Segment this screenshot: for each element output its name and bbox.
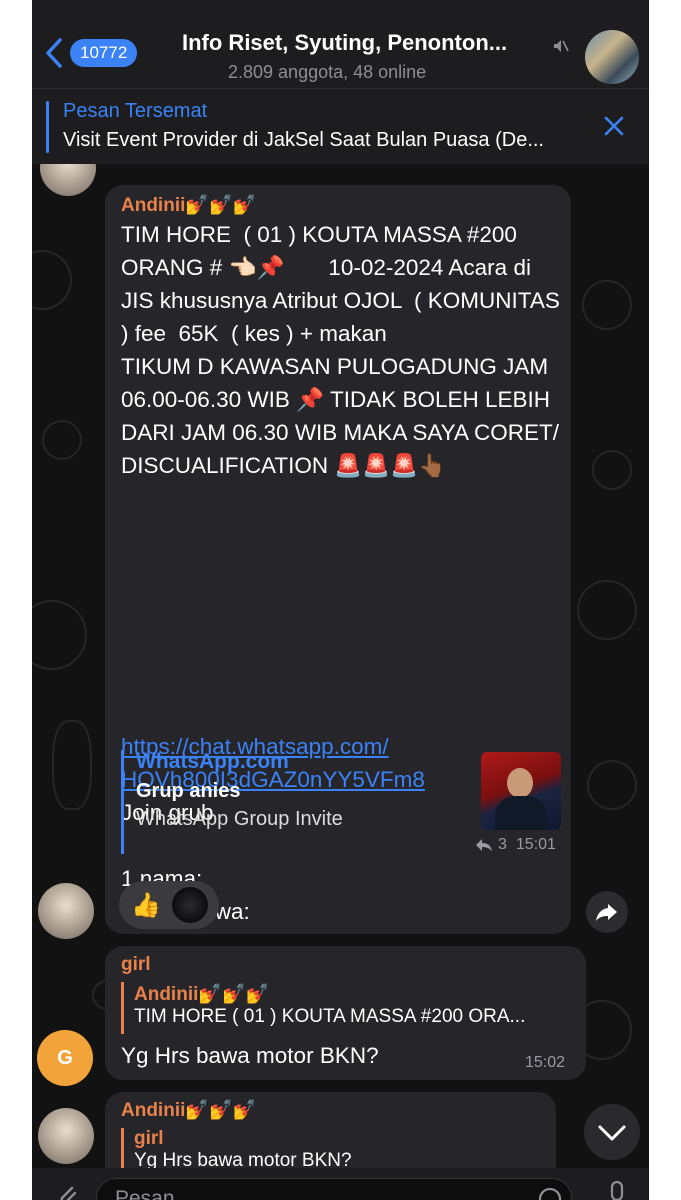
sender-name[interactable]: girl [121, 954, 151, 976]
message-input[interactable]: Pesan [96, 1178, 572, 1200]
reply-sender: girl [134, 1128, 164, 1149]
reply-text: TIM HORE ( 01 ) KOUTA MASSA #200 ORA... [134, 1006, 526, 1027]
phone-screen: 10772 Info Riset, Syuting, Penonton... 2… [0, 0, 681, 1200]
avatar-letter: G [57, 1046, 73, 1069]
avatar[interactable] [38, 1108, 94, 1164]
reply-preview[interactable]: Andinii💅💅💅 TIM HORE ( 01 ) KOUTA MASSA #… [121, 982, 571, 1034]
share-icon [596, 904, 617, 921]
reactor-avatar [172, 887, 208, 923]
back-button[interactable]: 10772 [42, 36, 138, 70]
pinned-indicator [46, 101, 49, 153]
pinned-message[interactable]: Pesan Tersemat Visit Event Provider di J… [32, 88, 649, 164]
message-time: 15:02 [525, 1054, 566, 1071]
preview-description: WhatsApp Group Invite [136, 808, 343, 830]
message-bubble[interactable]: girl Andinii💅💅💅 TIM HORE ( 01 ) KOUTA MA… [105, 946, 586, 1080]
preview-thumbnail[interactable] [481, 752, 561, 830]
chat-header: 10772 Info Riset, Syuting, Penonton... 2… [32, 0, 649, 88]
pinned-text: Visit Event Provider di JakSel Saat Bula… [63, 129, 544, 151]
share-button[interactable] [586, 891, 628, 933]
preview-title: Grup anies [136, 780, 241, 802]
forward-count-icon [476, 839, 492, 851]
avatar[interactable] [38, 883, 94, 939]
member-count: 2.809 anggota, 48 online [228, 62, 427, 82]
chat-app: 10772 Info Riset, Syuting, Penonton... 2… [32, 0, 649, 1200]
chevron-left-icon [46, 38, 62, 68]
sticker-icon[interactable] [537, 1186, 563, 1200]
scroll-down-button[interactable] [584, 1104, 640, 1160]
avatar[interactable]: G [37, 1030, 93, 1086]
sender-name[interactable]: Andinii💅💅💅 [121, 1098, 256, 1122]
unread-count-badge: 10772 [70, 39, 138, 67]
sender-name[interactable]: Andinii💅💅💅 [121, 193, 256, 217]
message-text: TIM HORE ( 01 ) KOUTA MASSA #200 ORANG #… [121, 222, 567, 478]
message-text: Yg Hrs bawa motor BKN? [121, 1043, 379, 1068]
attach-icon[interactable] [52, 1180, 82, 1200]
microphone-icon[interactable] [604, 1180, 630, 1200]
chevron-down-icon [598, 1125, 626, 1141]
right-frame-edge [649, 0, 681, 1200]
reply-sender: Andinii💅💅💅 [134, 984, 270, 1005]
message-meta: 3 15:01 [475, 836, 556, 854]
left-frame-edge [0, 0, 32, 1200]
pinned-title: Pesan Tersemat [63, 100, 208, 122]
thumbs-up-reaction: 👍 [131, 892, 161, 919]
preview-site: WhatsApp.com [136, 750, 289, 773]
forward-count: 3 [498, 836, 507, 853]
reaction-chip[interactable]: 👍 [119, 881, 219, 929]
message-time: 15:01 [515, 836, 556, 853]
group-avatar[interactable] [585, 30, 639, 84]
mute-icon [554, 40, 569, 52]
chat-title[interactable]: Info Riset, Syuting, Penonton... [182, 30, 562, 56]
close-icon[interactable] [602, 114, 626, 138]
message-input-placeholder: Pesan [115, 1187, 175, 1200]
input-bar: Pesan [32, 1168, 649, 1200]
